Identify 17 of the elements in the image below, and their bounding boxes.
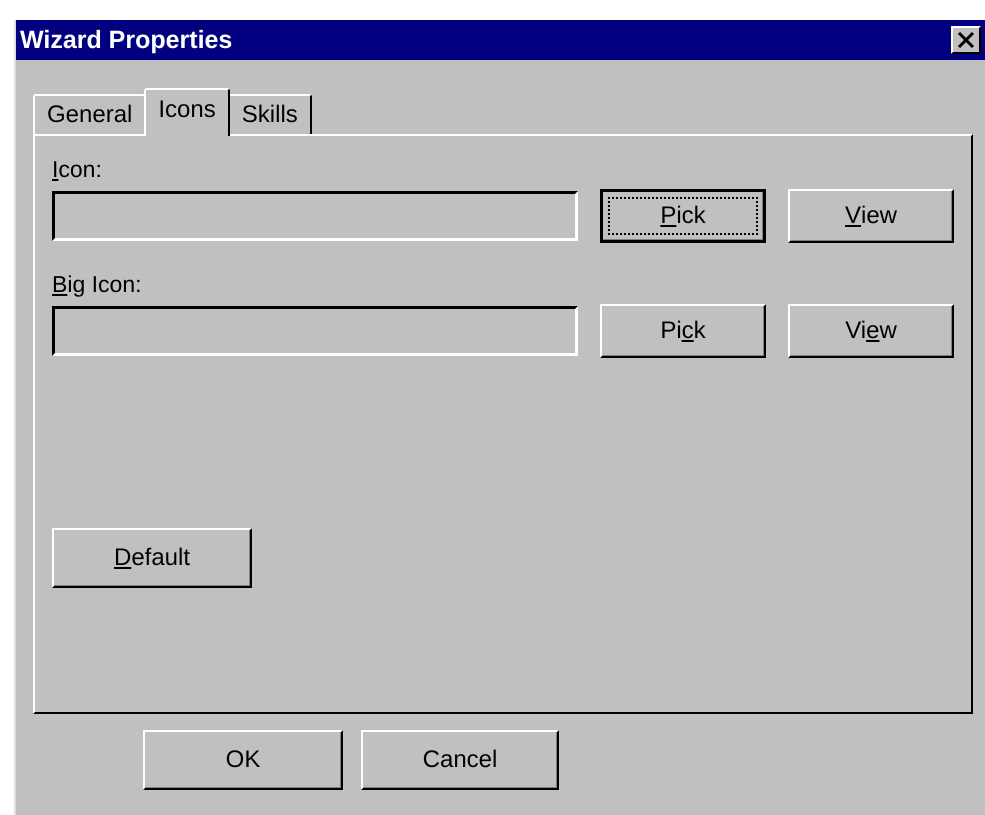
ok-button[interactable]: OK [143,730,343,790]
tab[interactable]: General [33,94,146,134]
tab[interactable]: Icons [144,88,230,136]
window-title: Wizard Properties [20,26,232,54]
default-button[interactable]: Default [52,528,252,588]
view-button[interactable]: View [788,304,954,358]
close-icon [957,32,975,48]
input-field[interactable] [52,306,578,356]
view-button[interactable]: View [788,189,954,243]
field-label: Icon: [52,156,102,183]
input-field[interactable] [52,191,578,241]
pick-button[interactable]: Pick [600,189,766,243]
cancel-button[interactable]: Cancel [361,730,559,790]
field-label: Big Icon: [52,271,142,298]
close-button[interactable] [951,26,981,54]
pick-button[interactable]: Pick [600,304,766,358]
tab[interactable]: Skills [228,94,312,134]
